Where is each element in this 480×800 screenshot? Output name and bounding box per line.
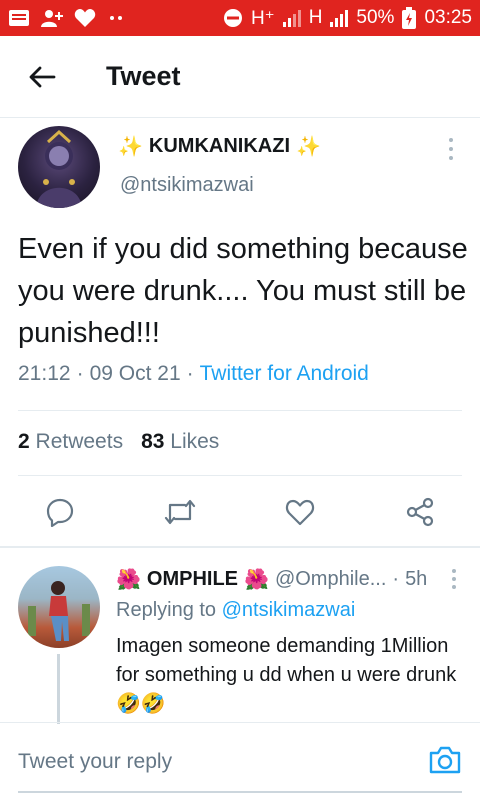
flower-right-emoji: 🌺 [244,569,269,591]
status-bar: H⁺ H 50% 03:25 [0,0,480,36]
retweets-label: Retweets [35,430,124,453]
app-bar: Tweet [0,36,480,118]
likes-label: Likes [170,430,220,453]
reply-input[interactable]: Tweet your reply [18,750,172,774]
status-bar-right: H⁺ H 50% 03:25 [223,7,472,30]
tweet-source-link[interactable]: Twitter for Android [200,362,369,386]
retweet-icon [164,499,196,525]
retweet-button[interactable] [162,494,198,530]
tweet-actions [0,494,480,534]
likes-count: 83 [141,430,165,453]
flower-left-emoji: 🌺 [116,569,141,591]
meta-separator: · [186,362,194,385]
share-button[interactable] [402,494,438,530]
meta-separator: · [76,362,84,385]
reply-icon [46,498,74,527]
do-not-disturb-icon [223,8,243,28]
thread-line [57,654,60,724]
tweet-date: 09 Oct 21 [89,362,181,385]
divider [18,475,462,476]
reply-display-name[interactable]: OMPHILE [147,568,238,591]
back-button[interactable] [22,57,62,97]
back-arrow-icon [29,66,56,87]
heart-notification-icon [74,8,96,28]
retweets-count: 2 [18,430,30,453]
share-icon [406,497,434,527]
sparkle-right-emoji: ✨ [296,136,321,158]
tweet-stats: 2 Retweets 83 Likes [18,430,219,454]
battery-charging-icon [402,7,417,29]
replying-label: Replying to [116,599,217,621]
signal-icon-2 [330,9,349,27]
clock: 03:25 [424,7,472,28]
status-bar-left [8,8,126,28]
page-title: Tweet [106,61,181,91]
author-display-name: KUMKANIKAZI [148,135,290,157]
reply-handle[interactable]: @Omphile... [275,568,386,591]
reply-author-avatar[interactable] [18,566,100,648]
tweet-time: 21:12 [18,362,71,385]
reply-composer: Tweet your reply [0,723,480,800]
battery-percent: 50% [356,7,395,28]
like-button[interactable] [282,494,318,530]
tweet-more-options-icon[interactable] [446,138,456,160]
author-name-row[interactable]: ✨ KUMKANIKAZI ✨ [118,134,321,159]
reply-header: 🌺 OMPHILE 🌺 @Omphile... · 5h [116,567,427,592]
message-icon [8,8,30,28]
author-handle[interactable]: @ntsikimazwai [120,174,254,197]
retweets-stat[interactable]: 2 Retweets [18,430,123,454]
more-notifications-icon [106,14,126,22]
reply-time: 5h [405,568,428,590]
add-contact-icon [40,8,64,28]
author-avatar[interactable] [18,126,100,208]
replying-to-row: Replying to @ntsikimazwai [116,599,355,622]
replying-to-handle[interactable]: @ntsikimazwai [222,599,356,621]
reply-button[interactable] [42,494,78,530]
camera-icon [429,746,461,774]
network-type-1: H⁺ [250,7,275,29]
heart-icon [285,499,315,526]
camera-button[interactable] [428,745,462,775]
reply-separator: · [392,568,400,590]
signal-icon-1 [282,9,301,27]
tweet-text: Even if you did something because you we… [18,233,468,349]
divider [18,410,462,411]
section-divider [0,546,480,548]
composer-underline [18,791,462,793]
tweet-meta: 21:12 · 09 Oct 21 · Twitter for Android [18,362,369,386]
sparkle-left-emoji: ✨ [118,136,143,158]
network-type-2: H [308,7,323,28]
reply-more-options-icon[interactable] [449,569,459,589]
reply-text: Imagen someone demanding 1Million for so… [116,635,457,715]
likes-stat[interactable]: 83 Likes [141,430,219,454]
